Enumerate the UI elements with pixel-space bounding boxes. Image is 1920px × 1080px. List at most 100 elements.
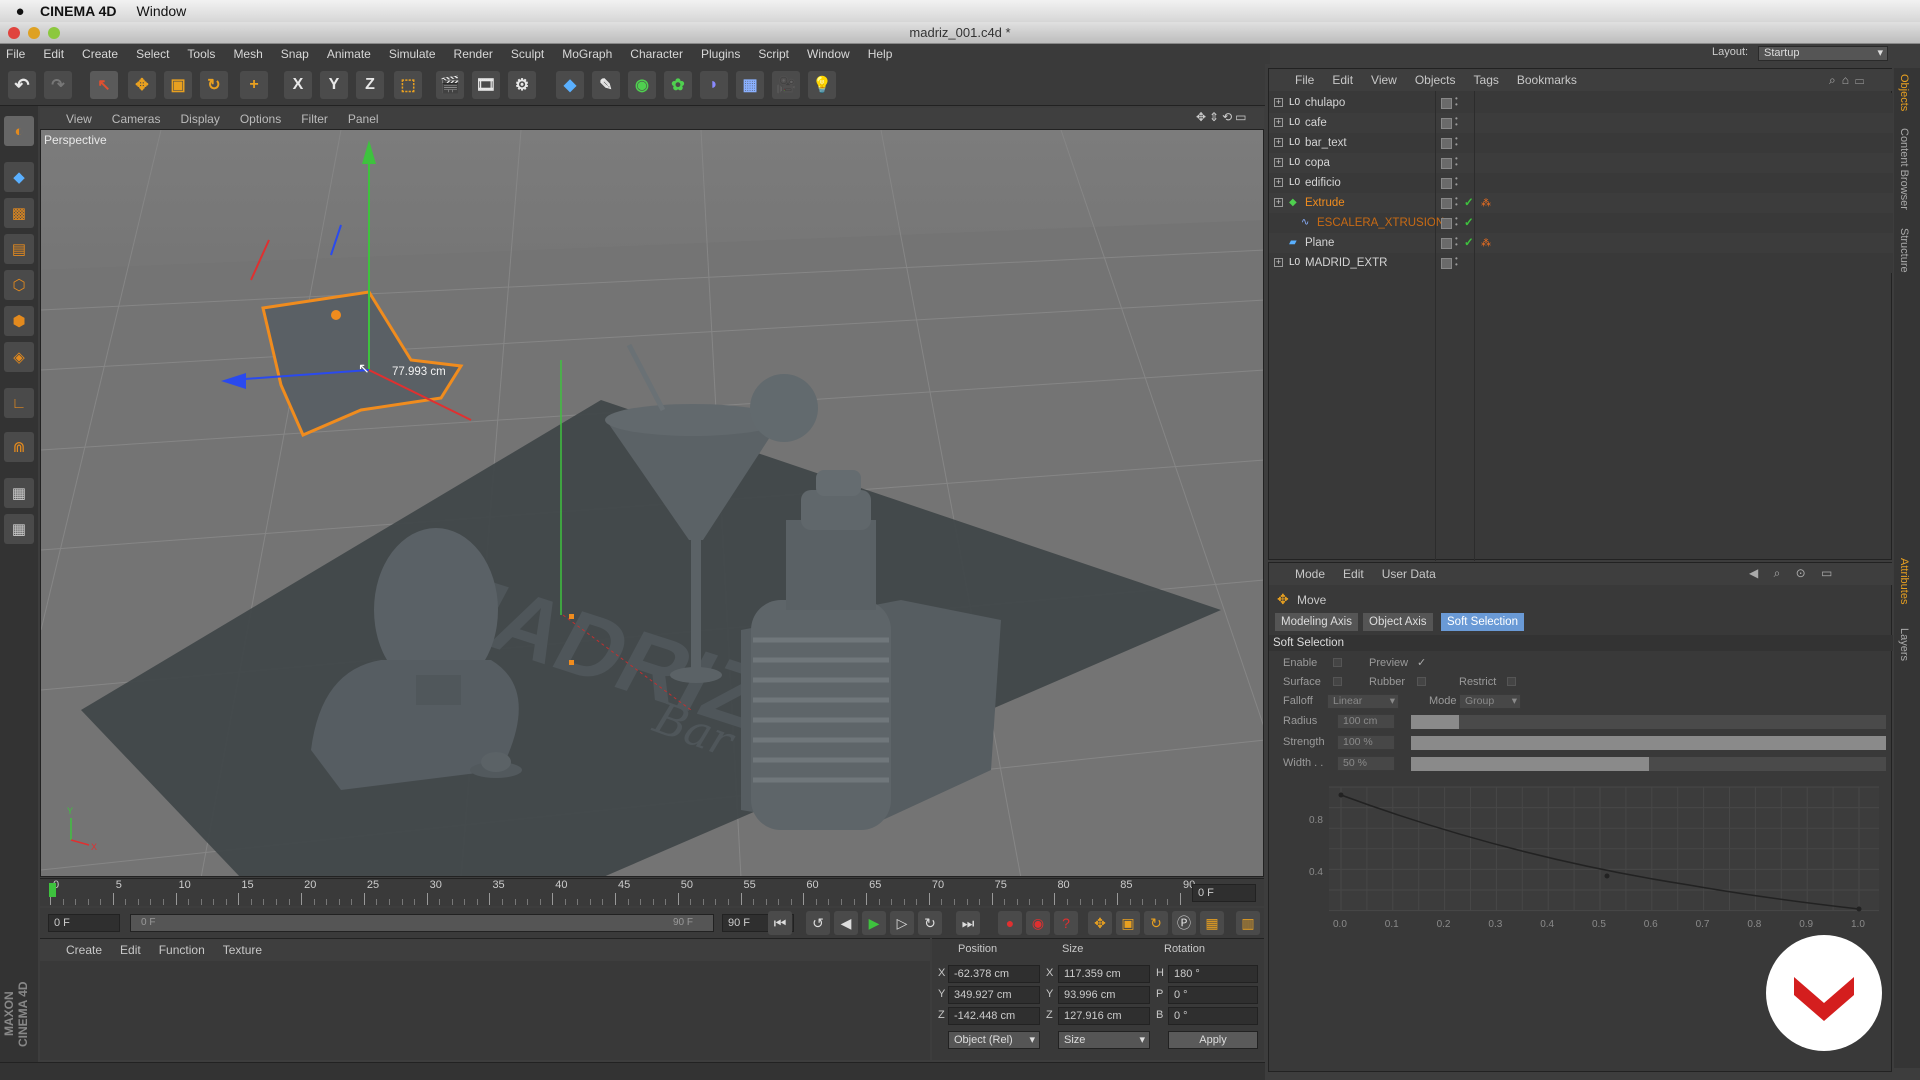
attribute-menu-edit[interactable]: Edit	[1343, 567, 1364, 581]
render-view-button[interactable]: 🎬	[436, 71, 464, 99]
menu-character[interactable]: Character	[630, 47, 683, 61]
frame-range-slider[interactable]: 0 F 90 F	[130, 914, 714, 932]
object-name[interactable]: edificio	[1305, 173, 1341, 193]
layer-flag-icon[interactable]	[1441, 118, 1452, 129]
menu-plugins[interactable]: Plugins	[701, 47, 740, 61]
strength-field[interactable]: 100 %	[1337, 735, 1395, 750]
visibility-dots-icon[interactable]: • •	[1455, 115, 1459, 130]
object-row-bar_text[interactable]: + L0 bar_text • •	[1269, 133, 1893, 153]
width-field[interactable]: 50 %	[1337, 756, 1395, 771]
falloff-dropdown[interactable]: Linear ▾	[1327, 694, 1399, 709]
playhead-marker[interactable]	[49, 883, 56, 897]
radius-slider[interactable]	[1411, 715, 1886, 729]
model-mode-button[interactable]: ◆	[4, 162, 34, 192]
viewport-menu-panel[interactable]: Panel	[348, 112, 379, 126]
perspective-viewport[interactable]: MADRIZ Bar Y X	[40, 129, 1264, 877]
phong-tag-icon[interactable]: ⁂	[1481, 199, 1491, 209]
next-frame-button[interactable]: ▷	[890, 911, 914, 935]
tab-soft-selection[interactable]: Soft Selection	[1441, 613, 1524, 631]
texture-mode-button[interactable]: ▩	[4, 198, 34, 228]
rotate-tool-button[interactable]: ↻	[200, 71, 228, 99]
enabled-check-icon[interactable]: ✓	[1464, 233, 1474, 253]
next-key-button[interactable]: ↻	[918, 911, 942, 935]
width-slider[interactable]	[1411, 757, 1886, 771]
autokey-button[interactable]: ◉	[1026, 911, 1050, 935]
side-tab-objects[interactable]: Objects	[1898, 74, 1910, 111]
cube-primitive-button[interactable]: ◆	[556, 71, 584, 99]
live-selection-button[interactable]: ↖	[90, 71, 118, 99]
window-menu[interactable]: Window	[137, 3, 187, 19]
object-row-plane[interactable]: ▰ Plane • • ✓ ⁂	[1269, 233, 1893, 253]
object-name[interactable]: cafe	[1305, 113, 1327, 133]
menu-window[interactable]: Window	[807, 47, 850, 61]
menu-create[interactable]: Create	[82, 47, 118, 61]
menu-render[interactable]: Render	[454, 47, 493, 61]
object-row-chulapo[interactable]: + L0 chulapo • •	[1269, 93, 1893, 113]
material-menu-texture[interactable]: Texture	[223, 943, 262, 957]
object-name[interactable]: MADRID_EXTR	[1305, 253, 1387, 273]
material-menu-create[interactable]: Create	[66, 943, 102, 957]
size-x-field[interactable]: 117.359 cm	[1058, 965, 1150, 983]
pen-spline-button[interactable]: ✎	[592, 71, 620, 99]
play-button[interactable]: ▶	[862, 911, 886, 935]
layer-flag-icon[interactable]	[1441, 238, 1452, 249]
menu-mograph[interactable]: MoGraph	[562, 47, 612, 61]
layer-flag-icon[interactable]	[1441, 258, 1452, 269]
menu-help[interactable]: Help	[868, 47, 893, 61]
render-picture-viewer-button[interactable]: 🎞	[472, 71, 500, 99]
object-row-escalera_xtrusion[interactable]: ∿ ESCALERA_XTRUSION • • ✓	[1269, 213, 1893, 233]
object-menu-objects[interactable]: Objects	[1415, 73, 1456, 87]
menu-mesh[interactable]: Mesh	[233, 47, 262, 61]
enabled-check-icon[interactable]: ✓	[1464, 193, 1474, 213]
cloner-button[interactable]: ✿	[664, 71, 692, 99]
layer-flag-icon[interactable]	[1441, 138, 1452, 149]
menu-file[interactable]: File	[6, 47, 25, 61]
visibility-dots-icon[interactable]: • •	[1455, 135, 1459, 150]
visibility-dots-icon[interactable]: • •	[1455, 95, 1459, 110]
size-z-field[interactable]: 127.916 cm	[1058, 1007, 1150, 1025]
object-menu-tags[interactable]: Tags	[1474, 73, 1499, 87]
object-menu-edit[interactable]: Edit	[1332, 73, 1353, 87]
material-menu-edit[interactable]: Edit	[120, 943, 141, 957]
side-tab-content-browser[interactable]: Content Browser	[1898, 128, 1910, 210]
side-tab-layers[interactable]: Layers	[1898, 628, 1910, 661]
x-axis-lock-button[interactable]: X	[284, 71, 312, 99]
strength-slider[interactable]	[1411, 736, 1886, 750]
workplane-lock-button[interactable]: ▦	[4, 478, 34, 508]
expand-icon[interactable]: +	[1274, 158, 1283, 167]
surface-checkbox[interactable]	[1333, 677, 1342, 686]
render-settings-button[interactable]: ⚙	[508, 71, 536, 99]
visibility-dots-icon[interactable]: • •	[1455, 235, 1459, 250]
edges-mode-button[interactable]: ⬢	[4, 306, 34, 336]
coordinate-system-button[interactable]: ⬚	[394, 71, 422, 99]
visibility-dots-icon[interactable]: • •	[1455, 175, 1459, 190]
record-button[interactable]: ●	[998, 911, 1022, 935]
timeline-ruler[interactable]: 0 5 10 15 20 25 30 35 40 45 50 55 60 65 70 75 80 85 90 0 F	[40, 878, 1264, 906]
previous-frame-button[interactable]: ◀	[834, 911, 858, 935]
preview-checkbox[interactable]: ✓	[1417, 656, 1426, 669]
axis-mode-button[interactable]: ∟	[4, 388, 34, 418]
workplane-align-button[interactable]: ▦	[4, 514, 34, 544]
object-name[interactable]: Plane	[1305, 233, 1334, 253]
viewport-menu-display[interactable]: Display	[180, 112, 219, 126]
menu-script[interactable]: Script	[758, 47, 789, 61]
redo-button[interactable]: ↷	[44, 71, 72, 99]
object-name[interactable]: bar_text	[1305, 133, 1347, 153]
object-row-extrude[interactable]: + ◆ Extrude • • ✓ ⁂	[1269, 193, 1893, 213]
current-frame-field[interactable]: 0 F	[1192, 884, 1256, 902]
polygons-mode-button[interactable]: ◈	[4, 342, 34, 372]
move-tool-button[interactable]: ✥	[128, 71, 156, 99]
object-menu-bookmarks[interactable]: Bookmarks	[1517, 73, 1577, 87]
layer-flag-icon[interactable]	[1441, 158, 1452, 169]
minimize-window-button[interactable]	[28, 27, 40, 39]
visibility-dots-icon[interactable]: • •	[1455, 155, 1459, 170]
menu-simulate[interactable]: Simulate	[389, 47, 436, 61]
tab-modeling-axis[interactable]: Modeling Axis	[1275, 613, 1358, 631]
world-axis-button[interactable]: +	[240, 71, 268, 99]
object-name[interactable]: ESCALERA_XTRUSION	[1317, 213, 1444, 233]
record-position-button[interactable]: ✥	[1088, 911, 1112, 935]
z-axis-lock-button[interactable]: Z	[356, 71, 384, 99]
attribute-menu-mode[interactable]: Mode	[1295, 567, 1325, 581]
scale-tool-button[interactable]: ▣	[164, 71, 192, 99]
tab-object-axis[interactable]: Object Axis	[1363, 613, 1433, 631]
